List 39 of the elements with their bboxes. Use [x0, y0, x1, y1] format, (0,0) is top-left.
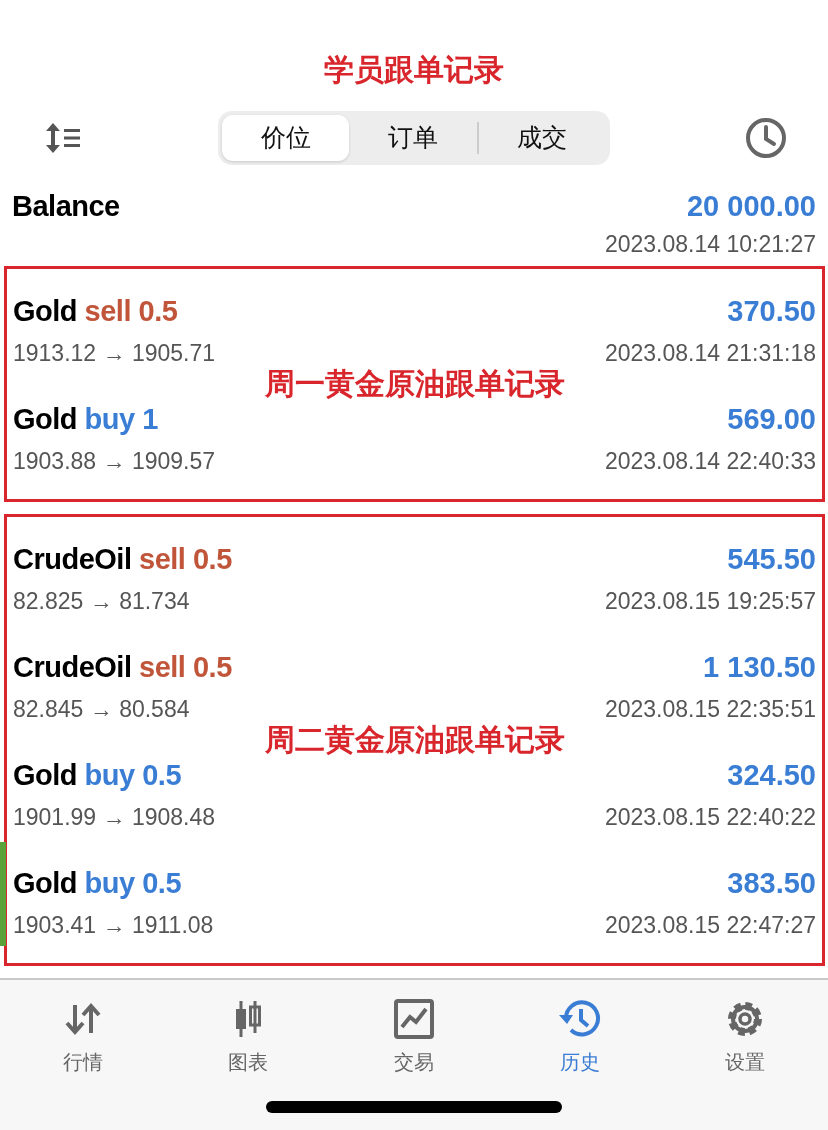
clock-icon[interactable]	[744, 115, 788, 160]
trade-prices: 1901.99 → 1908.48	[13, 804, 216, 832]
balance-time: 2023.08.14 10:21:27	[604, 230, 816, 258]
trade-profit: 1 130.50	[703, 651, 816, 685]
trade-title: CrudeOil sell 0.5	[13, 543, 232, 577]
page-title: 学员跟单记录	[324, 52, 504, 88]
trade-title: Gold buy 0.5	[13, 759, 182, 793]
trade-prices: 1903.88 → 1909.57	[13, 448, 216, 476]
trade-profit: 569.00	[727, 403, 816, 437]
trade-title: Gold buy 0.5	[13, 867, 182, 901]
tab[interactable]: 价位	[222, 114, 350, 161]
trade-prices: 1903.41 → 1911.08	[13, 912, 214, 940]
trade-title: CrudeOil sell 0.5	[13, 651, 232, 685]
nav-item[interactable]: 图表	[193, 994, 304, 1078]
trade-time: 2023.08.15 22:35:51	[604, 696, 816, 724]
trade-profit: 383.50	[727, 867, 816, 901]
trade-time: 2023.08.14 21:31:18	[604, 340, 816, 368]
tab[interactable]: 订单	[349, 114, 477, 161]
trade-time: 2023.08.15 19:25:57	[604, 588, 816, 616]
nav-item[interactable]: 行情	[27, 994, 138, 1078]
balance-value: 20 000.00	[687, 189, 816, 223]
trade-title: Gold buy 1	[13, 403, 158, 437]
trade-profit: 370.50	[727, 295, 816, 329]
tab[interactable]: 成交	[478, 114, 606, 161]
trade-profit: 324.50	[727, 759, 816, 793]
trade-time: 2023.08.14 22:40:33	[604, 448, 816, 476]
trade-prices: 1913.12 → 1905.71	[13, 340, 216, 368]
trade-prices: 82.825 → 81.734	[13, 588, 190, 616]
trade-time: 2023.08.15 22:47:27	[604, 912, 816, 940]
nav-item[interactable]: 设置	[690, 994, 801, 1078]
trade-title: Gold sell 0.5	[13, 295, 178, 329]
trade-profit: 545.50	[727, 543, 816, 577]
trade-prices: 82.845 → 80.584	[13, 696, 190, 724]
trade-time: 2023.08.15 22:40:22	[604, 804, 816, 832]
annotation-text: 周一黄金原油跟单记录	[264, 365, 565, 402]
balance-label: Balance	[12, 189, 120, 223]
nav-item[interactable]: 历史	[524, 994, 635, 1078]
nav-item[interactable]: 交易	[359, 994, 469, 1078]
annotation-text: 周二黄金原油跟单记录	[264, 721, 565, 758]
